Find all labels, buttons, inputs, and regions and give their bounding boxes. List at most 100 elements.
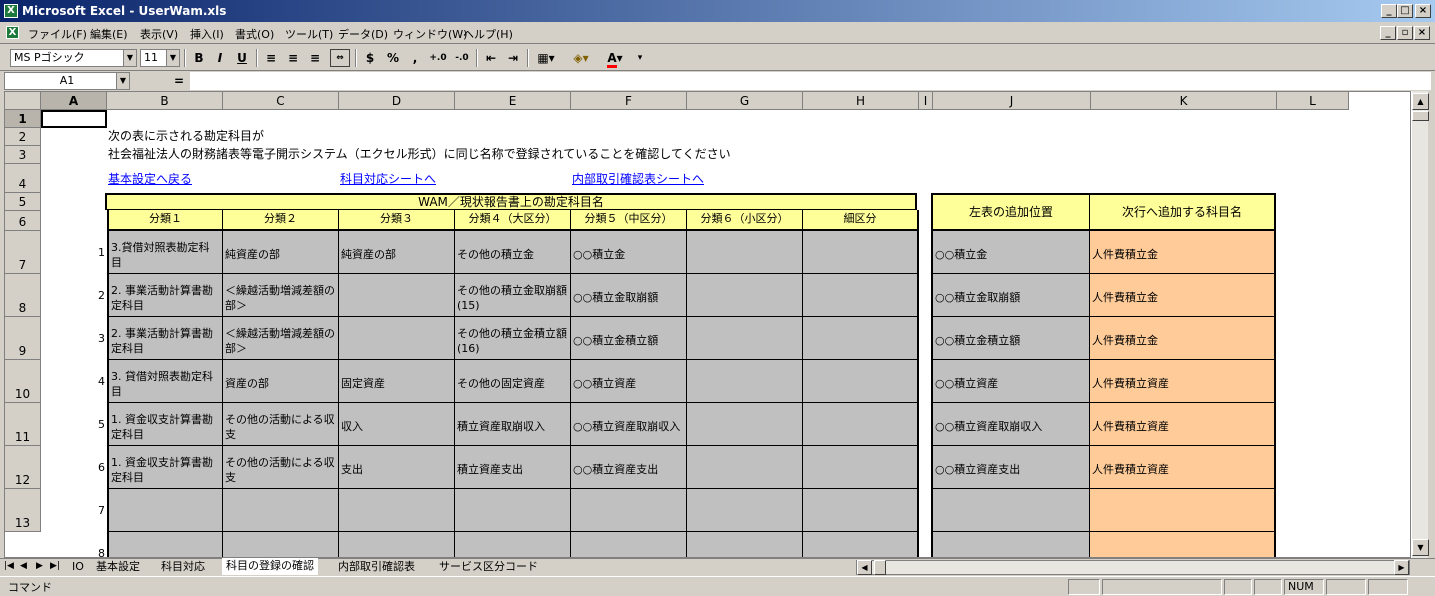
table-cell[interactable]: その他の積立金取崩額(15) xyxy=(455,274,571,317)
sheet-tab-internal-transactions[interactable]: 内部取引確認表 xyxy=(338,559,415,574)
table-cell[interactable]: ○○積立資産取崩収入 xyxy=(571,403,687,446)
sheet-tab-basic-settings[interactable]: 基本設定 xyxy=(96,559,140,574)
table-cell[interactable] xyxy=(107,532,223,557)
menu-data[interactable]: データ(D) xyxy=(338,26,388,42)
wb-restore-button[interactable]: ▫ xyxy=(1397,26,1413,40)
table-cell[interactable]: 2. 事業活動計算書勘定科目 xyxy=(107,317,223,360)
tab-first-icon[interactable]: |◀ xyxy=(4,559,14,574)
menu-tools[interactable]: ツール(T) xyxy=(285,26,333,42)
align-center-icon[interactable]: ≡ xyxy=(284,49,302,67)
scroll-right-icon[interactable]: ▶ xyxy=(1394,560,1409,575)
add-name-cell[interactable]: 人件費積立資産 xyxy=(1090,360,1276,403)
table-cell[interactable] xyxy=(339,532,455,557)
column-header-a[interactable]: A xyxy=(41,92,107,110)
table-cell[interactable] xyxy=(687,231,803,274)
position-cell[interactable] xyxy=(931,489,1090,532)
tab-last-icon[interactable]: ▶| xyxy=(50,559,60,574)
row-header-13[interactable]: 13 xyxy=(5,489,41,532)
menu-help[interactable]: ヘルプ(H) xyxy=(463,26,513,42)
table-cell[interactable]: 固定資産 xyxy=(339,360,455,403)
table-cell[interactable] xyxy=(687,532,803,557)
table-cell[interactable]: 純資産の部 xyxy=(339,231,455,274)
add-name-cell[interactable]: 人件費積立金 xyxy=(1090,317,1276,360)
column-header-g[interactable]: G xyxy=(687,92,803,110)
table-cell[interactable] xyxy=(803,489,919,532)
italic-button[interactable]: I xyxy=(211,49,229,67)
fill-color-icon[interactable]: ◈▾ xyxy=(566,49,596,67)
table-cell[interactable] xyxy=(803,532,919,557)
column-header-e[interactable]: E xyxy=(455,92,571,110)
table-cell[interactable]: その他の活動による収支 xyxy=(223,446,339,489)
menu-window[interactable]: ウィンドウ(W) xyxy=(393,26,467,42)
minimize-button[interactable]: _ xyxy=(1381,4,1397,18)
table-cell[interactable] xyxy=(339,489,455,532)
table-cell[interactable] xyxy=(687,360,803,403)
table-cell[interactable] xyxy=(339,317,455,360)
table-cell[interactable]: ○○積立資産 xyxy=(571,360,687,403)
sheet-tab-service-codes[interactable]: サービス区分コード xyxy=(439,559,538,574)
table-cell[interactable]: 1. 資金収支計算書勘定科目 xyxy=(107,403,223,446)
column-header-h[interactable]: H xyxy=(803,92,919,110)
table-cell[interactable]: 3.貸借対照表勘定科目 xyxy=(107,231,223,274)
row-header-3[interactable]: 3 xyxy=(5,146,41,164)
decrease-decimal-icon[interactable]: -.0 xyxy=(452,49,472,67)
active-cell-a1[interactable] xyxy=(41,110,107,128)
position-cell[interactable]: ○○積立金積立額 xyxy=(931,317,1090,360)
percent-button[interactable]: % xyxy=(384,49,402,67)
row-header-6[interactable]: 6 xyxy=(5,211,41,231)
tab-prev-icon[interactable]: ◀ xyxy=(20,559,27,574)
font-name-combo[interactable]: MS Pゴシック ▼ xyxy=(10,49,137,67)
menu-file[interactable]: ファイル(F) xyxy=(28,26,87,42)
underline-button[interactable]: U xyxy=(233,49,251,67)
add-name-cell[interactable]: 人件費積立金 xyxy=(1090,231,1276,274)
merge-center-icon[interactable]: ⇔ xyxy=(330,49,350,67)
table-cell[interactable]: その他の積立金積立額(16) xyxy=(455,317,571,360)
table-cell[interactable]: 2. 事業活動計算書勘定科目 xyxy=(107,274,223,317)
table-cell[interactable] xyxy=(455,489,571,532)
position-cell[interactable] xyxy=(931,532,1090,557)
position-cell[interactable]: ○○積立資産支出 xyxy=(931,446,1090,489)
increase-indent-icon[interactable]: ⇥ xyxy=(504,49,522,67)
formula-input[interactable] xyxy=(190,72,1431,90)
workbook-icon[interactable]: X xyxy=(6,26,19,39)
row-header-10[interactable]: 10 xyxy=(5,360,41,403)
column-header-b[interactable]: B xyxy=(107,92,223,110)
scroll-up-icon[interactable]: ▲ xyxy=(1412,93,1429,110)
add-name-cell[interactable]: 人件費積立資産 xyxy=(1090,446,1276,489)
decrease-indent-icon[interactable]: ⇤ xyxy=(482,49,500,67)
wb-close-button[interactable]: × xyxy=(1414,26,1430,40)
table-cell[interactable] xyxy=(223,532,339,557)
table-cell[interactable] xyxy=(803,317,919,360)
table-cell[interactable]: ○○積立資産支出 xyxy=(571,446,687,489)
row-header-9[interactable]: 9 xyxy=(5,317,41,360)
table-cell[interactable]: その他の積立金 xyxy=(455,231,571,274)
font-color-icon[interactable]: A▾ xyxy=(600,49,630,68)
table-cell[interactable]: ＜繰越活動増減差額の部＞ xyxy=(223,274,339,317)
add-name-cell[interactable]: 人件費積立金 xyxy=(1090,274,1276,317)
row-header-7[interactable]: 7 xyxy=(5,231,41,274)
row-header-5[interactable]: 5 xyxy=(5,193,41,211)
vertical-scrollbar[interactable]: ▲ ▼ xyxy=(1411,91,1429,558)
table-cell[interactable]: 資産の部 xyxy=(223,360,339,403)
table-cell[interactable]: 積立資産取崩収入 xyxy=(455,403,571,446)
table-cell[interactable] xyxy=(803,403,919,446)
position-cell[interactable]: ○○積立資産 xyxy=(931,360,1090,403)
currency-icon[interactable]: $ xyxy=(361,49,379,67)
link-basic-settings[interactable]: 基本設定へ戻る xyxy=(108,172,192,187)
column-header-i[interactable]: I xyxy=(919,92,933,110)
row-header-1[interactable]: 1 xyxy=(5,110,41,128)
table-cell[interactable]: 収入 xyxy=(339,403,455,446)
column-header-k[interactable]: K xyxy=(1091,92,1277,110)
menu-edit[interactable]: 編集(E) xyxy=(90,26,128,42)
table-cell[interactable]: 積立資産支出 xyxy=(455,446,571,489)
table-cell[interactable] xyxy=(687,489,803,532)
sheet-tab-io[interactable]: IO xyxy=(72,559,84,574)
position-cell[interactable]: ○○積立金 xyxy=(931,231,1090,274)
hscroll-thumb[interactable] xyxy=(874,560,886,575)
table-cell[interactable] xyxy=(687,403,803,446)
chevron-down-icon[interactable]: ▼ xyxy=(166,50,179,66)
table-cell[interactable]: 3. 貸借対照表勘定科目 xyxy=(107,360,223,403)
row-header-2[interactable]: 2 xyxy=(5,128,41,146)
tab-next-icon[interactable]: ▶ xyxy=(36,559,43,574)
table-cell[interactable] xyxy=(687,274,803,317)
